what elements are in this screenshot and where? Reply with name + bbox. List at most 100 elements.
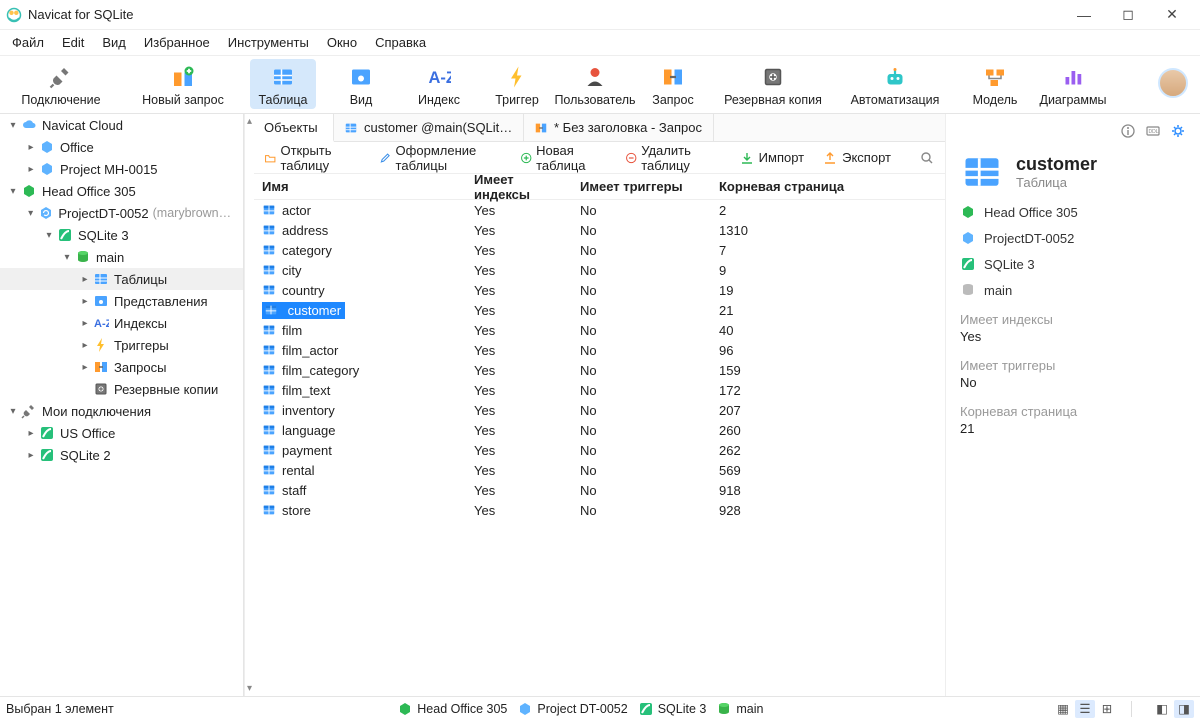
table-row[interactable]: film_actor Yes No 96 [254,340,945,360]
sqliteg-icon [38,447,56,463]
tree-item-11[interactable]: ▸ Запросы [0,356,243,378]
plug-icon [49,63,73,91]
user-avatar[interactable] [1158,68,1188,98]
expand-icon[interactable]: ▾ [42,230,56,241]
tree-item-14[interactable]: ▸ US Office [0,422,243,444]
col-name[interactable]: Имя [254,179,466,194]
expand-icon[interactable]: ▸ [78,274,92,285]
info-icon[interactable] [1120,123,1136,142]
close-button[interactable]: ✕ [1150,1,1194,29]
menu-1[interactable]: Edit [54,32,92,53]
tree-item-0[interactable]: ▾ Navicat Cloud [0,114,243,136]
expand-icon[interactable]: ▸ [78,318,92,329]
expand-icon[interactable]: ▸ [24,142,38,153]
status-crumb[interactable]: Head Office 305 [397,701,507,717]
table-row[interactable]: customer Yes No 21 [254,300,945,320]
settings-icon[interactable] [1170,123,1186,142]
toolbar-automation[interactable]: Автоматизация [840,59,950,109]
panel-left-icon[interactable]: ◧ [1152,700,1172,718]
status-crumb[interactable]: Project DT-0052 [517,701,627,717]
table-row[interactable]: inventory Yes No 207 [254,400,945,420]
expand-icon[interactable]: ▸ [78,340,92,351]
toolbar-diagrams[interactable]: Диаграммы [1040,59,1106,109]
toolbar-query[interactable]: Запрос [640,59,706,109]
col-has-index[interactable]: Имеет индексы [466,172,572,202]
expand-icon[interactable]: ▾ [6,186,20,197]
tree-item-7[interactable]: ▸ Таблицы [0,268,243,290]
tree-item-4[interactable]: ▾ ProjectDT-0052 (marybrown@… [0,202,243,224]
menu-4[interactable]: Инструменты [220,32,317,53]
expand-icon[interactable]: ▸ [24,428,38,439]
table-row[interactable]: language Yes No 260 [254,420,945,440]
delete-table-button[interactable]: Удалить таблицу [621,140,725,176]
tree-item-9[interactable]: ▸ Индексы [0,312,243,334]
toolbar-connect[interactable]: Подключение [6,59,116,109]
toolbar-index[interactable]: Индекс [406,59,472,109]
expand-icon[interactable]: ▾ [6,406,20,417]
table-row[interactable]: payment Yes No 262 [254,440,945,460]
search-button[interactable] [915,147,939,169]
toolbar-view[interactable]: Вид [328,59,394,109]
toolbar-table[interactable]: Таблица [250,59,316,109]
table-row[interactable]: actor Yes No 2 [254,200,945,220]
toolbar-backup[interactable]: Резервная копия [718,59,828,109]
table-row[interactable]: staff Yes No 918 [254,480,945,500]
col-root-page[interactable]: Корневая страница [711,179,945,194]
tree-item-2[interactable]: ▸ Project MH-0015 [0,158,243,180]
toolbar-trigger[interactable]: Триггер [484,59,550,109]
tree-item-12[interactable]: Резервные копии [0,378,243,400]
toolbar-user[interactable]: Пользователь [562,59,628,109]
toolbar-newquery[interactable]: Новый запрос [128,59,238,109]
expand-icon[interactable]: ▾ [24,208,37,219]
status-crumb[interactable]: main [716,701,763,717]
table-row[interactable]: address Yes No 1310 [254,220,945,240]
import-button[interactable]: Импорт [735,147,808,169]
view-grid-icon[interactable]: ▦ [1053,700,1073,718]
expand-icon[interactable]: ▾ [6,120,20,131]
tree-item-5[interactable]: ▾ SQLite 3 [0,224,243,246]
minimize-button[interactable]: — [1062,1,1106,29]
tree-item-6[interactable]: ▾ main [0,246,243,268]
ddl-icon[interactable] [1144,123,1162,142]
view-detail-icon[interactable]: ⊞ [1097,700,1117,718]
table-row[interactable]: rental Yes No 569 [254,460,945,480]
menu-6[interactable]: Справка [367,32,434,53]
expand-icon[interactable]: ▸ [24,450,38,461]
expand-icon[interactable]: ▸ [78,362,92,373]
table-row[interactable]: film Yes No 40 [254,320,945,340]
tree-item-1[interactable]: ▸ Office [0,136,243,158]
tree-item-8[interactable]: ▸ Представления [0,290,243,312]
view-list-icon[interactable]: ☰ [1075,700,1095,718]
table-row[interactable]: category Yes No 7 [254,240,945,260]
status-crumb[interactable]: SQLite 3 [638,701,707,717]
tab-1[interactable]: customer @main(SQLite 3… [334,114,524,141]
tables-icon [92,271,110,287]
sidebar-scrollbar[interactable]: ▴▾ [244,114,254,696]
table-row[interactable]: country Yes No 19 [254,280,945,300]
menu-3[interactable]: Избранное [136,32,218,53]
table-row[interactable]: film_text Yes No 172 [254,380,945,400]
expand-icon[interactable]: ▸ [78,296,92,307]
table-row[interactable]: film_category Yes No 159 [254,360,945,380]
col-has-trigger[interactable]: Имеет триггеры [572,179,711,194]
menu-2[interactable]: Вид [94,32,134,53]
export-button[interactable]: Экспорт [818,147,895,169]
expand-icon[interactable]: ▸ [24,164,38,175]
table-row[interactable]: store Yes No 928 [254,500,945,520]
menu-0[interactable]: Файл [4,32,52,53]
design-table-button[interactable]: Оформление таблицы [375,140,506,176]
toolbar-model[interactable]: Модель [962,59,1028,109]
tree-item-10[interactable]: ▸ Триггеры [0,334,243,356]
new-table-button[interactable]: Новая таблица [516,140,611,176]
tree-item-15[interactable]: ▸ SQLite 2 [0,444,243,466]
open-table-button[interactable]: Открыть таблицу [260,140,365,176]
expand-icon[interactable]: ▾ [60,252,74,263]
tree-item-13[interactable]: ▾ Мои подключения [0,400,243,422]
tab-2[interactable]: * Без заголовка - Запрос [524,114,714,141]
tree-item-3[interactable]: ▾ Head Office 305 [0,180,243,202]
panel-right-icon[interactable]: ◨ [1174,700,1194,718]
maximize-button[interactable]: ◻ [1106,1,1150,29]
tab-0[interactable]: Объекты [254,114,334,142]
table-row[interactable]: city Yes No 9 [254,260,945,280]
menu-5[interactable]: Окно [319,32,365,53]
